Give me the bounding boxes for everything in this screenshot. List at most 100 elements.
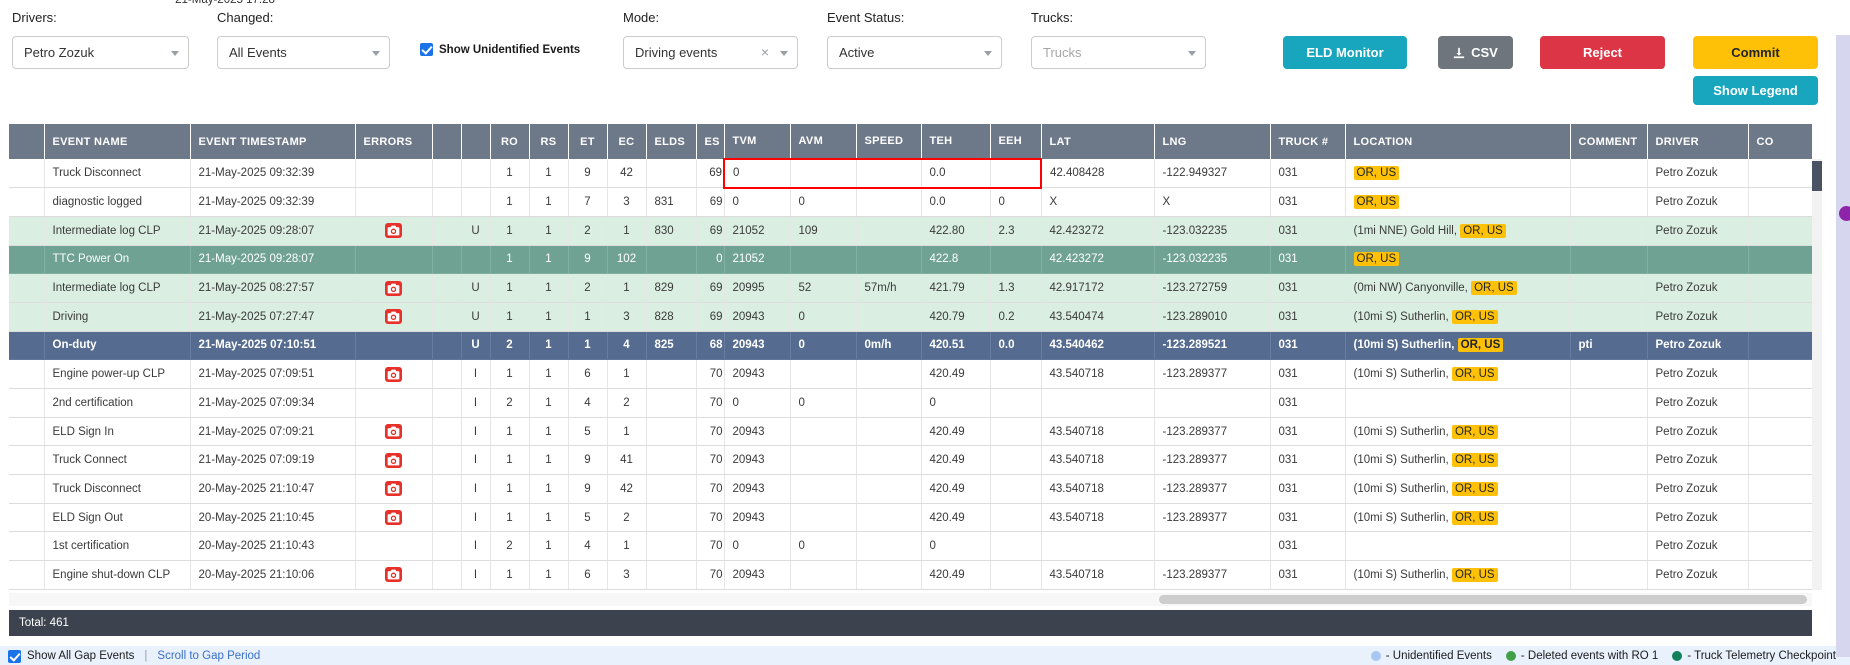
table-vertical-scrollbar[interactable]	[1812, 159, 1822, 590]
column-header-tvm[interactable]: TVM	[724, 124, 791, 159]
column-header-co[interactable]: CO	[1748, 124, 1813, 159]
cell-comment	[1570, 445, 1648, 476]
checkbox-checked-icon[interactable]	[420, 43, 433, 56]
cell-avm	[790, 158, 857, 189]
show-legend-button[interactable]: Show Legend	[1693, 76, 1818, 105]
event-status-select[interactable]: Active	[827, 36, 1002, 69]
changed-select[interactable]: All Events	[217, 36, 390, 69]
drivers-select[interactable]: Petro Zozuk	[12, 36, 189, 69]
location-text: (10mi S) Sutherlin,	[1353, 568, 1452, 581]
scroll-to-gap-link[interactable]: Scroll to Gap Period	[157, 650, 260, 662]
column-header-lng[interactable]: LNG	[1154, 124, 1271, 159]
camera-icon[interactable]	[385, 223, 402, 239]
column-header-n1[interactable]	[432, 124, 462, 159]
cell-lat: 42.917172	[1041, 273, 1155, 303]
table-row[interactable]: 2nd certification 21-May-2025 07:09:34 I 2 1…	[9, 388, 1813, 418]
mode-select[interactable]: Driving events ×	[623, 36, 798, 69]
table-horizontal-scrollbar[interactable]	[9, 593, 1812, 606]
show-all-gap-checkbox[interactable]: Show All Gap Events	[8, 649, 134, 663]
state-badge: OR, US	[1451, 309, 1498, 324]
commit-button[interactable]: Commit	[1693, 36, 1818, 69]
column-header-driver[interactable]: DRIVER	[1647, 124, 1749, 159]
camera-icon[interactable]	[385, 567, 402, 583]
cell-ec: 41	[607, 445, 647, 476]
column-header-es[interactable]: ES	[696, 124, 725, 159]
cell-speed	[856, 503, 922, 533]
reject-button[interactable]: Reject	[1540, 36, 1665, 69]
column-header-comment[interactable]: COMMENT	[1570, 124, 1648, 159]
camera-icon[interactable]	[385, 366, 402, 382]
cell-name: Intermediate log CLP	[44, 273, 191, 303]
checkbox-checked-icon[interactable]	[8, 649, 21, 663]
clear-icon[interactable]: ×	[761, 44, 769, 60]
table-row[interactable]: Engine shut-down CLP 20-May-2025 21:10:06…	[9, 560, 1813, 590]
table-row[interactable]: Truck Connect 21-May-2025 07:09:19 I 1 1 9 41 7…	[9, 445, 1813, 476]
table-row[interactable]: ELD Sign Out 20-May-2025 21:10:45 I 1 1 5 2 70 2…	[9, 503, 1813, 533]
cell-n1	[432, 531, 462, 562]
table-row[interactable]: diagnostic logged 21-May-2025 09:32:39 1 1 7…	[9, 187, 1813, 217]
column-header-name[interactable]: EVENT NAME	[44, 124, 191, 159]
column-header-ro[interactable]: RO	[490, 124, 530, 159]
camera-icon[interactable]	[385, 424, 402, 440]
camera-icon[interactable]	[385, 309, 402, 325]
column-header-elds[interactable]: ELDS	[646, 124, 697, 159]
table-row[interactable]: Driving 21-May-2025 07:27:47 U 1 1 1 3 828 69 209…	[9, 302, 1813, 332]
cell-comment	[1570, 359, 1648, 389]
state-badge: OR, US	[1457, 338, 1504, 353]
cell-et: 4	[568, 531, 608, 562]
column-header-eeh[interactable]: EEH	[990, 124, 1042, 159]
cell-comment	[1570, 474, 1648, 504]
camera-icon[interactable]	[385, 452, 402, 468]
trucks-select[interactable]: Trucks	[1031, 36, 1206, 69]
column-header-et[interactable]: ET	[568, 124, 608, 159]
cell-comment: pti	[1570, 331, 1648, 361]
cell-tvm: 20943	[724, 417, 791, 447]
cell-n1	[432, 216, 462, 246]
cell-err	[355, 331, 433, 361]
table-row[interactable]: TTC Power On 21-May-2025 09:28:07 1 1 9 102 0 2…	[9, 245, 1813, 275]
cell-comment	[1570, 531, 1648, 562]
column-header-loc[interactable]: LOCATION	[1345, 124, 1571, 159]
show-unidentified-checkbox[interactable]: Show Unidentified Events	[420, 43, 580, 56]
table-row[interactable]: Intermediate log CLP 21-May-2025 08:27:57…	[9, 273, 1813, 303]
column-header-teh[interactable]: TEH	[921, 124, 991, 159]
cell-tvm: 20995	[724, 273, 791, 303]
column-header-speed[interactable]: SPEED	[856, 124, 922, 159]
column-header-sel[interactable]	[9, 124, 45, 159]
cell-comment	[1570, 187, 1648, 217]
table-row[interactable]: Engine power-up CLP 21-May-2025 07:09:51 I…	[9, 359, 1813, 389]
column-header-n2[interactable]	[461, 124, 491, 159]
table-row[interactable]: Truck Disconnect 20-May-2025 21:10:47 I 1 1 9…	[9, 474, 1813, 504]
cell-elds: 825	[646, 331, 697, 361]
cell-comment	[1570, 245, 1648, 275]
column-header-err[interactable]: ERRORS	[355, 124, 433, 159]
table-row[interactable]: Truck Disconnect 21-May-2025 09:32:39 1 1 9 4…	[9, 158, 1813, 189]
page-scrollbar[interactable]	[1836, 35, 1850, 657]
camera-icon[interactable]	[385, 510, 402, 526]
table-row[interactable]: ELD Sign In 21-May-2025 07:09:21 I 1 1 5 1 70 20…	[9, 417, 1813, 447]
table-row[interactable]: Intermediate log CLP 21-May-2025 09:28:07…	[9, 216, 1813, 246]
column-header-ec[interactable]: EC	[607, 124, 647, 159]
column-header-avm[interactable]: AVM	[790, 124, 857, 159]
cell-driver: Petro Zozuk	[1647, 216, 1749, 246]
camera-icon[interactable]	[385, 481, 402, 497]
column-header-truck[interactable]: TRUCK #	[1270, 124, 1346, 159]
column-header-ts[interactable]: EVENT TIMESTAMP	[190, 124, 356, 159]
cell-loc	[1345, 531, 1571, 562]
table-row[interactable]: On-duty 21-May-2025 07:10:51 U 2 1 1 4 825 68 209…	[9, 331, 1813, 361]
cell-es: 70	[696, 359, 725, 389]
cell-eeh	[990, 445, 1042, 476]
cell-ts: 21-May-2025 07:10:51	[190, 331, 356, 361]
table-vertical-scrollbar-thumb[interactable]	[1812, 161, 1822, 191]
commit-label: Commit	[1731, 45, 1780, 60]
eld-monitor-button[interactable]: ELD Monitor	[1283, 36, 1407, 69]
table-row[interactable]: 1st certification 20-May-2025 21:10:43 I 2 1…	[9, 531, 1813, 562]
table-horizontal-scrollbar-thumb[interactable]	[1159, 595, 1807, 604]
cell-eeh	[990, 531, 1042, 562]
csv-button[interactable]: CSV	[1438, 36, 1513, 69]
cell-err	[355, 302, 433, 332]
column-header-rs[interactable]: RS	[529, 124, 569, 159]
camera-icon[interactable]	[385, 280, 402, 296]
column-header-lat[interactable]: LAT	[1041, 124, 1155, 159]
cell-driver: Petro Zozuk	[1647, 331, 1749, 361]
